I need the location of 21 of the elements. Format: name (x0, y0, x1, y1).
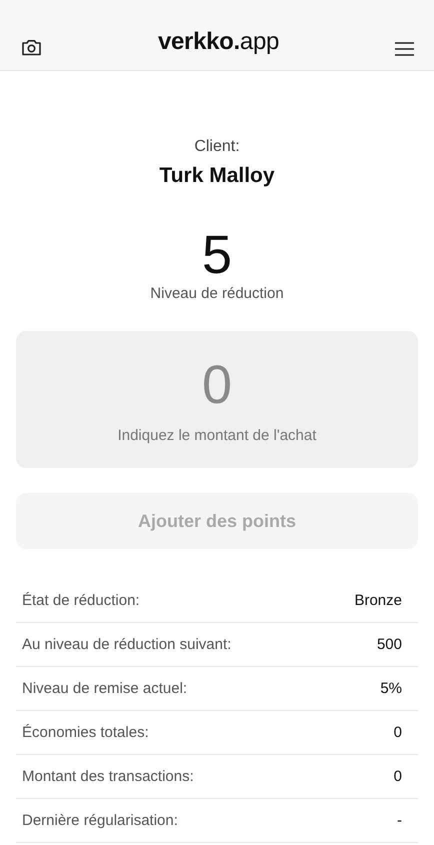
detail-label: État de réduction: (22, 592, 140, 609)
detail-label: Économies totales: (22, 724, 149, 741)
detail-value: - (397, 812, 402, 829)
detail-label: Niveau de remise actuel: (22, 680, 188, 697)
amount-hint: Indiquez le montant de l'achat (118, 427, 316, 444)
level-value: 5 (202, 225, 232, 285)
detail-value: 0 (394, 724, 402, 741)
level-label: Niveau de réduction (150, 285, 284, 303)
client-label: Client: (194, 137, 240, 157)
detail-label: Dernière régularisation: (22, 812, 178, 829)
detail-value: Bronze (354, 592, 402, 609)
detail-value: 5% (380, 680, 402, 697)
app-logo: verkko.app (158, 28, 280, 56)
detail-value: 500 (376, 636, 402, 653)
detail-value: 0 (394, 768, 402, 785)
detail-label: Au niveau de réduction suivant: (22, 636, 232, 653)
camera-icon[interactable] (21, 39, 42, 56)
amount-field[interactable]: 0 (117, 355, 317, 415)
detail-label: Montant des transactions: (22, 768, 194, 785)
menu-icon[interactable] (395, 42, 414, 56)
client-name: Turk Malloy (159, 163, 275, 189)
